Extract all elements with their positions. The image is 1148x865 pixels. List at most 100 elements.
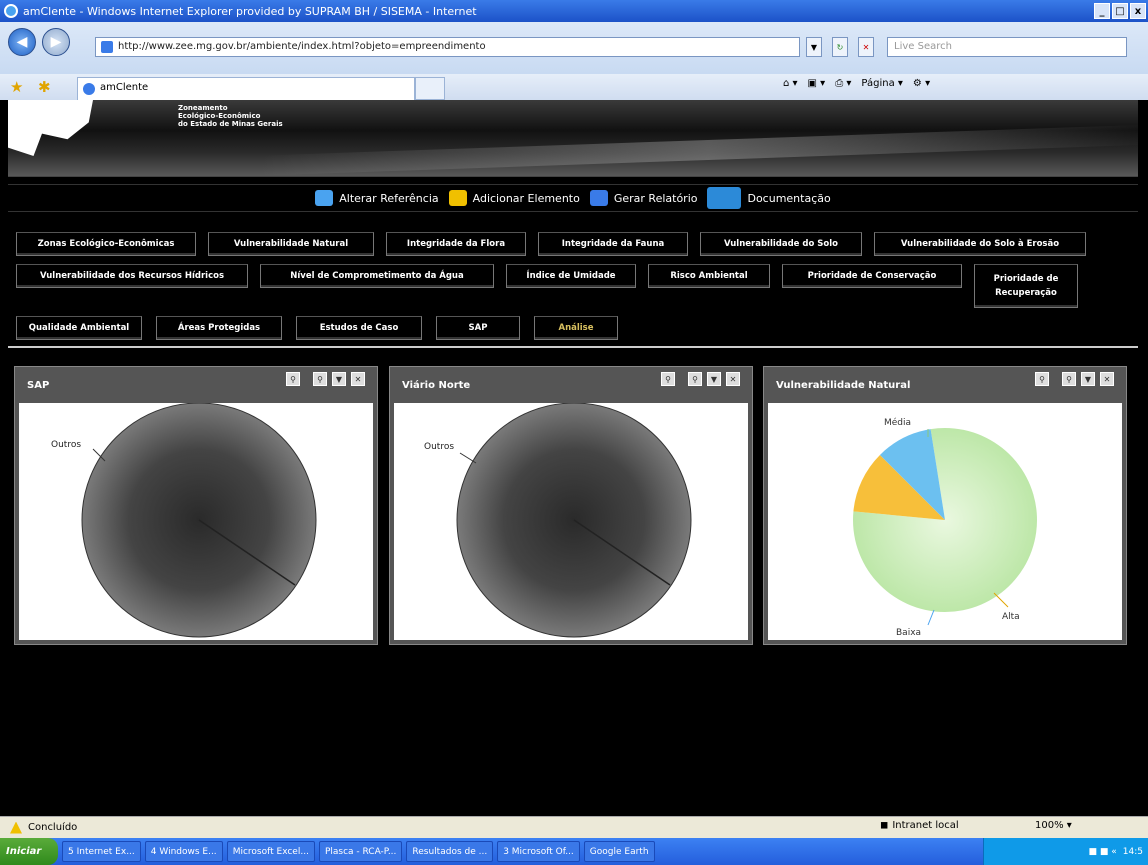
layer-button[interactable]: Nível de Comprometimento da Água [260,264,494,288]
taskbar-item[interactable]: Plasca - RCA-P... [318,841,403,862]
gerar-relatorio-button[interactable]: Gerar Relatório [589,190,697,206]
start-button[interactable]: Iniciar [0,838,58,865]
layer-button[interactable]: Zonas Ecológico-Econômicas [16,232,196,256]
layer-button[interactable]: Qualidade Ambiental [16,316,142,340]
taskbar-item[interactable]: Microsoft Excel... [226,841,315,862]
layer-button[interactable]: Estudos de Caso [296,316,422,340]
url-input[interactable]: http://www.zee.mg.gov.br/ambiente/index.… [95,37,800,57]
layer-button[interactable]: Integridade da Fauna [538,232,688,256]
brand-text: Zoneamento Ecológico-Econômico do Estado… [178,104,283,128]
close-icon[interactable]: ✕ [1100,372,1114,386]
layer-button[interactable]: Vulnerabilidade dos Recursos Hídricos [16,264,248,288]
minimize-button[interactable]: _ [1094,3,1110,19]
window-title-bar: amClente - Windows Internet Explorer pro… [0,0,1148,22]
zoom-out-icon[interactable]: ⚲ [1062,372,1076,386]
maximize-button[interactable]: □ [1112,3,1128,19]
zoom-icon[interactable]: ⚲ [286,372,300,386]
zoom-icon[interactable]: ⚲ [1035,372,1049,386]
status-text: Concluído [28,822,78,833]
layer-button[interactable]: SAP [436,316,520,340]
documentation-icon [707,187,742,209]
page-menu[interactable]: Página ▾ [861,78,903,89]
feeds-icon[interactable]: ▣ ▾ [808,78,826,89]
security-zone[interactable]: ◼ Intranet local [880,820,959,831]
close-icon[interactable]: ✕ [351,372,365,386]
taskbar-item[interactable]: Google Earth [583,841,655,862]
layer-button[interactable]: Vulnerabilidade do Solo à Erosão [874,232,1086,256]
favorites-star-icon[interactable]: ★ [10,78,23,96]
report-icon [589,190,608,206]
documentacao-button[interactable]: Documentação [707,187,831,209]
add-favorites-icon[interactable]: ✱ [38,78,51,96]
tab-row: ★ ✱ amClente [0,74,1148,100]
main-toolbar: Alterar Referência Adicionar Elemento Ge… [8,184,1138,212]
search-input[interactable]: Live Search [887,37,1127,57]
window-title: amClente - Windows Internet Explorer pro… [23,4,477,18]
back-button[interactable]: ◀ [8,28,36,56]
intranet-icon: ◼ [880,820,889,831]
tray-icons[interactable]: ■ ■ « [1089,847,1117,857]
layer-button[interactable]: Vulnerabilidade do Solo [700,232,862,256]
panel-sap: SAP ⚲ ⚲ ▼ ✕ Outros [14,366,378,645]
taskbar-item[interactable]: 5 Internet Ex... [62,841,141,862]
layer-button[interactable]: Áreas Protegidas [156,316,282,340]
tools-icon[interactable]: ⚙ ▾ [913,78,930,89]
collapse-icon[interactable]: ▼ [332,372,346,386]
pie-label-leader-baixa [927,609,935,626]
panel-title: SAP [27,379,50,391]
layer-button[interactable]: Risco Ambiental [648,264,770,288]
panel-header: SAP ⚲ ⚲ ▼ ✕ [15,367,377,403]
system-tray: ■ ■ « 14:5 [983,838,1148,865]
brand-line3: do Estado de Minas Gerais [178,120,283,128]
pie-chart-viario-norte: Outros [424,403,692,638]
collapse-icon[interactable]: ▼ [707,372,721,386]
tab-label: amClente [100,82,149,93]
warning-icon [10,821,22,834]
zoom-out-icon[interactable]: ⚲ [313,372,327,386]
taskbar-item[interactable]: Resultados de ... [406,841,494,862]
brand-line1: Zoneamento [178,104,228,112]
layer-button[interactable]: Vulnerabilidade Natural [208,232,374,256]
tab-page-icon [83,83,95,95]
zoom-icon[interactable]: ⚲ [661,372,675,386]
adicionar-elemento-button[interactable]: Adicionar Elemento [448,190,580,206]
tool-label: Alterar Referência [339,191,439,205]
home-icon[interactable]: ⌂ ▾ [783,78,798,89]
alterar-referencia-button[interactable]: Alterar Referência [315,190,439,206]
layer-button[interactable]: Integridade da Flora [386,232,526,256]
taskbar-item[interactable]: 3 Microsoft Of... [497,841,580,862]
layer-button[interactable]: Prioridade de Conservação [782,264,962,288]
start-label: Iniciar [6,846,42,857]
collapse-icon[interactable]: ▼ [1081,372,1095,386]
zoom-out-icon[interactable]: ⚲ [688,372,702,386]
pie-label-media: Média [884,417,911,428]
forward-button[interactable]: ▶ [42,28,70,56]
tool-label: Documentação [747,191,831,205]
zoom-control[interactable]: 100% ▾ [1035,820,1072,831]
panel-vulnerabilidade-natural: Vulnerabilidade Natural ⚲ ⚲ ▼ ✕ Média Al… [763,366,1127,645]
panel-chart-area: Média Alta Baixa [768,403,1122,640]
layer-button-active[interactable]: Análise [534,316,618,340]
url-dropdown-button[interactable]: ▼ [806,37,822,57]
content-divider [8,346,1138,348]
panel-controls: ⚲ ⚲ ▼ ✕ [661,372,740,386]
close-window-button[interactable]: x [1130,3,1146,19]
command-bar: ⌂ ▾ ▣ ▾ ⎙ ▾ Página ▾ ⚙ ▾ [783,78,930,89]
print-icon[interactable]: ⎙ ▾ [835,78,851,89]
close-icon[interactable]: ✕ [726,372,740,386]
panel-controls: ⚲ ⚲ ▼ ✕ [1035,372,1114,386]
status-bar: Concluído ◼ Intranet local 100% ▾ [0,816,1148,838]
taskbar-item[interactable]: 4 Windows E... [144,841,223,862]
refresh-button[interactable]: ↻ [832,37,848,57]
tab-active[interactable]: amClente [77,77,415,100]
tool-label: Adicionar Elemento [472,191,580,205]
panel-title: Viário Norte [402,379,471,391]
page-menu-label: Página [861,78,895,89]
pie-label-alta: Alta [1002,612,1020,622]
new-tab-button[interactable] [415,77,445,100]
layer-button[interactable]: Prioridade de Recuperação [974,264,1078,308]
stop-button[interactable]: ✕ [858,37,874,57]
minas-gerais-map-logo [8,100,93,156]
layer-button[interactable]: Índice de Umidade [506,264,636,288]
pie-label-leader [459,452,477,464]
